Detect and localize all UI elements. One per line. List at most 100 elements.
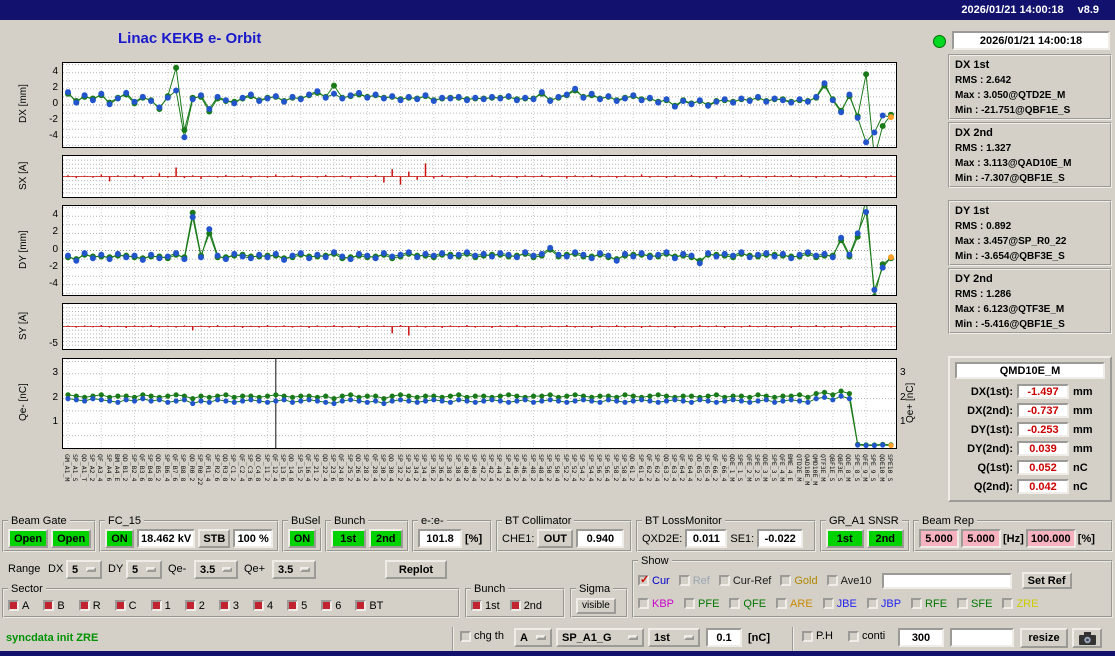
checkbox-label: 2nd	[523, 599, 543, 612]
bunch-select[interactable]: 1st	[648, 628, 700, 647]
gr-a1-2nd-button[interactable]: 2nd	[866, 529, 904, 548]
x-axis-label: SP_48_4	[536, 454, 545, 482]
show-toggle-ave10[interactable]: Ave10	[826, 575, 872, 587]
beam-gate-open-1-button[interactable]: Open	[8, 529, 49, 548]
x-axis-label: QF_66_2	[711, 454, 720, 482]
sector-toggle-a[interactable]: A	[8, 600, 29, 612]
sector-toggle-bt[interactable]: BT	[355, 600, 383, 612]
x-axis-label: SP_63_4	[669, 454, 678, 482]
show-toggle-are[interactable]: ARE	[776, 598, 813, 610]
checkbox-indicator	[150, 600, 162, 611]
range-dy-select[interactable]: 5	[126, 560, 162, 579]
show-toggle-sfe[interactable]: SFE	[957, 598, 992, 610]
chart-dy	[62, 205, 897, 296]
sector-toggle-1[interactable]: 1	[150, 600, 171, 612]
x-axis-label: SP_38_4	[453, 454, 462, 482]
ref-name-input[interactable]	[881, 572, 1012, 589]
x-axis-label: QD_63_2	[661, 454, 670, 482]
bunch-bottom-title: Bunch	[471, 582, 509, 596]
group-select[interactable]: SP_A1_G	[556, 628, 644, 647]
conti-checkbox[interactable]: conti	[848, 630, 885, 642]
x-axis-label: BME_4_E	[786, 454, 795, 482]
show-group: Show Cur Ref Cur-Ref Gold Ave10 Set Ref KBP P…	[632, 554, 1113, 618]
sigma-visible-button[interactable]: visible	[576, 597, 616, 614]
checkbox-indicator	[287, 600, 299, 611]
x-axis-label: QAD10E_M	[802, 454, 811, 486]
x-axis-label: QBF3E_S	[836, 454, 845, 482]
y-axis-label: DX [mm]	[18, 84, 29, 124]
monitor-label: DY(1st):	[970, 423, 1013, 436]
sector-toggle-6[interactable]: 6	[321, 600, 341, 612]
set-ref-button[interactable]: Set Ref	[1021, 572, 1072, 589]
fc15-on-button[interactable]: ON	[105, 529, 134, 548]
sector-toggle-r[interactable]: R	[78, 600, 101, 612]
bunch-1st-button[interactable]: 1st	[331, 529, 366, 548]
chg-th-checkbox[interactable]: chg th	[460, 630, 504, 642]
x-axis-label: SP_28_2	[362, 454, 371, 482]
threshold-input[interactable]: 0.1	[706, 628, 742, 647]
bunch-toggle-1st[interactable]: 1st	[471, 600, 500, 612]
x-axis-label: QD_61_2	[628, 454, 637, 482]
x-axis-label: QTD2E_M	[794, 454, 803, 482]
x-axis-label: QF_B3_6	[137, 454, 146, 482]
range-qem-select[interactable]: 3.5	[194, 560, 238, 579]
sector-toggle-4[interactable]: 4	[252, 600, 273, 612]
beam-rep-pct-unit: [%]	[1077, 532, 1095, 545]
checkbox-label: ZRE	[1016, 597, 1039, 610]
blank-input[interactable]	[950, 628, 1014, 647]
show-toggle-kbp[interactable]: KBP	[638, 598, 674, 610]
sector-select[interactable]: A	[514, 628, 552, 647]
y-tick-label: -2	[49, 114, 58, 126]
snapshot-button[interactable]	[1072, 628, 1102, 648]
fc15-kv-display: 18.462 kV	[136, 529, 196, 548]
y-axis-label-right: Qe+ [nC]	[905, 382, 916, 423]
sector-toggle-5[interactable]: 5	[287, 600, 307, 612]
show-toggle-zre[interactable]: ZRE	[1002, 598, 1038, 610]
show-toggle-cur-ref[interactable]: Cur-Ref	[718, 575, 771, 587]
show-toggle-qfe[interactable]: QFE	[729, 598, 766, 610]
replot-button[interactable]: Replot	[385, 560, 447, 579]
stat-max: Max : 3.457@SP_R0_22	[955, 236, 1067, 247]
x-axis-label: SP_42_2	[478, 454, 487, 482]
bunch-toggle-2nd[interactable]: 2nd	[509, 599, 543, 612]
busel-title: BuSel	[288, 514, 324, 528]
chart-qe	[62, 358, 897, 449]
x-axis-label: SP_23_6	[329, 454, 338, 482]
show-toggle-jbp[interactable]: JBP	[866, 598, 901, 610]
sector-toggle-c[interactable]: C	[114, 600, 137, 612]
resize-button[interactable]: resize	[1020, 628, 1068, 648]
range-dx-select[interactable]: 5	[66, 560, 102, 579]
show-toggle-rfe[interactable]: RFE	[911, 598, 947, 610]
bt-collimator-title: BT Collimator	[502, 514, 575, 528]
stat-title: DY 1st	[955, 205, 990, 217]
x-axis-label: SP_64_4	[686, 454, 695, 482]
sector-toggle-b[interactable]: B	[43, 600, 65, 612]
checkbox-indicator	[866, 598, 878, 609]
bunch-2nd-button[interactable]: 2nd	[368, 529, 403, 548]
x-axis-label: QF_16_4	[304, 454, 313, 482]
gr-a1-snsr-title: GR_A1 SNSR	[826, 514, 902, 528]
stat-max: Max : 3.050@QTD2E_M	[955, 90, 1066, 101]
gr-a1-1st-button[interactable]: 1st	[826, 529, 864, 548]
fc15-stb-button[interactable]: STB	[198, 529, 231, 548]
show-toggle-jbe[interactable]: JBE	[822, 598, 857, 610]
show-toggle-cur[interactable]: Cur	[638, 573, 670, 587]
count-input[interactable]: 300	[898, 628, 944, 647]
window-titlebar[interactable]: 2026/01/21 14:00:18 v8.9	[0, 0, 1115, 20]
che1-out-button[interactable]: OUT	[537, 529, 574, 548]
range-qep-select[interactable]: 3.5	[272, 560, 316, 579]
fc15-title: FC_15	[105, 514, 145, 528]
stat-box-dy-1st: DY 1st RMS : 0.892 Max : 3.457@SP_R0_22 …	[948, 200, 1112, 266]
busel-on-button[interactable]: ON	[288, 529, 316, 548]
ph-checkbox[interactable]: P.H	[802, 630, 833, 642]
checkbox-indicator	[638, 573, 649, 586]
x-axis-label: SPE_1_S	[736, 454, 745, 482]
show-toggle-ref[interactable]: Ref	[678, 574, 710, 587]
x-axis-label: SP_54_4	[586, 454, 595, 482]
sector-toggle-2[interactable]: 2	[184, 600, 205, 612]
show-toggle-pfe[interactable]: PFE	[684, 598, 719, 610]
beam-gate-open-2-button[interactable]: Open	[51, 529, 92, 548]
sector-toggle-3[interactable]: 3	[218, 600, 239, 612]
checkbox-label: Ref	[692, 574, 710, 587]
show-toggle-gold[interactable]: Gold	[780, 575, 818, 587]
